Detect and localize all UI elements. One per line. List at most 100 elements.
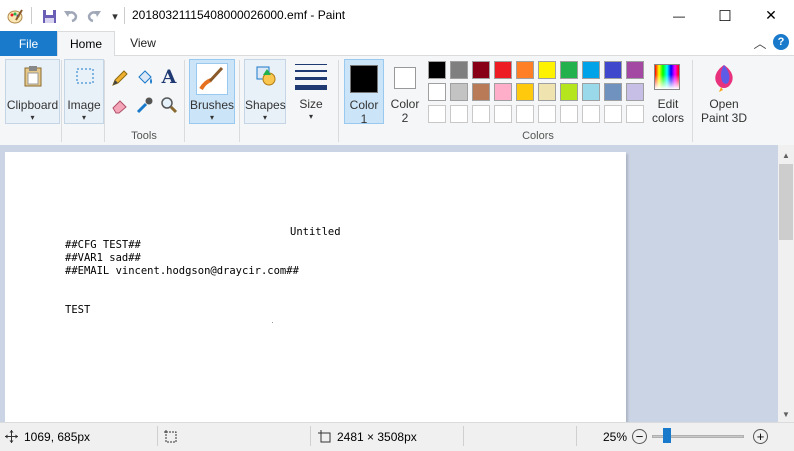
- scroll-up-icon[interactable]: ▲: [778, 147, 794, 163]
- image-button[interactable]: Image ▾: [64, 59, 104, 124]
- chevron-down-icon: ▾: [81, 113, 86, 122]
- custom-color-slot[interactable]: [428, 105, 446, 123]
- custom-color-slot[interactable]: [560, 105, 578, 123]
- status-separator: [576, 426, 577, 446]
- shapes-label: Shapes: [245, 98, 286, 112]
- brushes-button[interactable]: Brushes ▾: [189, 59, 235, 124]
- palette-swatch[interactable]: [516, 61, 534, 79]
- undo-icon[interactable]: [62, 7, 80, 25]
- open-paint-3d-label-2: Paint 3D: [700, 111, 748, 125]
- open-paint-3d-label-1: Open: [709, 97, 739, 111]
- zoom-slider-thumb[interactable]: [663, 428, 672, 443]
- palette-swatch[interactable]: [604, 61, 622, 79]
- minimize-button[interactable]: —: [656, 0, 702, 31]
- color-picker-icon[interactable]: [135, 95, 155, 115]
- palette-swatch[interactable]: [516, 83, 534, 101]
- custom-color-slot[interactable]: [516, 105, 534, 123]
- document-heading: Untitled: [290, 226, 341, 238]
- eraser-icon[interactable]: [110, 95, 130, 115]
- paint-palette-icon[interactable]: [6, 7, 24, 25]
- palette-swatch[interactable]: [494, 61, 512, 79]
- custom-color-slot[interactable]: [538, 105, 556, 123]
- image-size: 2481 × 3508px: [337, 430, 417, 444]
- maximize-icon: ☐: [718, 7, 732, 25]
- color1-label: Color: [349, 98, 379, 112]
- palette-swatch[interactable]: [604, 83, 622, 101]
- brush-icon: [196, 63, 228, 95]
- customize-quick-access-icon[interactable]: ▾: [106, 7, 124, 25]
- image-label: Image: [67, 98, 101, 112]
- help-icon[interactable]: ?: [773, 34, 789, 50]
- palette-swatch[interactable]: [560, 61, 578, 79]
- open-paint-3d-button[interactable]: Open Paint 3D: [697, 59, 751, 125]
- image-size-icon: [318, 430, 331, 443]
- color1-button[interactable]: Color 1: [344, 59, 384, 126]
- edit-colors-button[interactable]: Edit colors: [649, 59, 687, 125]
- edit-colors-icon: [654, 64, 680, 90]
- zoom-level: 25%: [603, 430, 628, 444]
- custom-color-slot[interactable]: [450, 105, 468, 123]
- maximize-button[interactable]: ☐: [702, 0, 748, 31]
- title-divider: [124, 7, 125, 24]
- selection-size-icon: [164, 430, 177, 443]
- tab-file[interactable]: File: [0, 31, 57, 56]
- custom-color-slot[interactable]: [626, 105, 644, 123]
- redo-icon[interactable]: [85, 7, 103, 25]
- palette-swatch[interactable]: [626, 83, 644, 101]
- group-separator: [61, 60, 62, 142]
- group-separator: [184, 60, 185, 142]
- palette-swatch[interactable]: [494, 83, 512, 101]
- brushes-label: Brushes: [190, 98, 235, 112]
- group-separator: [338, 60, 339, 142]
- zoom-out-icon: −: [635, 429, 644, 444]
- group-separator: [104, 60, 105, 142]
- palette-swatch[interactable]: [428, 83, 446, 101]
- chevron-down-icon: ▾: [308, 112, 313, 121]
- status-separator: [310, 426, 311, 446]
- palette-swatch[interactable]: [560, 83, 578, 101]
- magnifier-icon[interactable]: [159, 95, 179, 115]
- close-icon: ✕: [765, 7, 777, 23]
- drawing-canvas[interactable]: Untitled ##CFG TEST## ##VAR1 sad## ##EMA…: [5, 152, 626, 422]
- color-palette: [428, 61, 648, 127]
- pencil-icon[interactable]: [110, 68, 130, 88]
- text-tool-icon[interactable]: A: [159, 66, 179, 88]
- palette-swatch[interactable]: [582, 61, 600, 79]
- palette-swatch[interactable]: [538, 61, 556, 79]
- palette-swatch[interactable]: [472, 83, 490, 101]
- color2-number: 2: [401, 111, 409, 125]
- tools-group-label: Tools: [131, 130, 157, 142]
- custom-color-slot[interactable]: [582, 105, 600, 123]
- custom-color-slot[interactable]: [494, 105, 512, 123]
- palette-swatch[interactable]: [450, 61, 468, 79]
- shapes-button[interactable]: Shapes ▾: [244, 59, 286, 124]
- scrollbar-thumb[interactable]: [779, 164, 793, 240]
- status-separator: [463, 426, 464, 446]
- clipboard-icon: [23, 65, 43, 90]
- custom-color-slot[interactable]: [472, 105, 490, 123]
- palette-swatch[interactable]: [472, 61, 490, 79]
- size-button[interactable]: Size ▾: [290, 59, 332, 124]
- custom-color-slot[interactable]: [604, 105, 622, 123]
- clipboard-button[interactable]: Clipboard ▾: [5, 59, 60, 124]
- canvas-dot: [272, 322, 273, 323]
- close-button[interactable]: ✕: [748, 0, 794, 31]
- tab-view[interactable]: View: [118, 31, 168, 55]
- palette-swatch[interactable]: [582, 83, 600, 101]
- paint-3d-icon: [711, 63, 737, 96]
- cursor-position-icon: [5, 430, 18, 443]
- save-icon[interactable]: [40, 7, 58, 25]
- collapse-ribbon-icon[interactable]: ︿: [752, 34, 768, 51]
- zoom-in-button[interactable]: +: [753, 429, 768, 444]
- palette-swatch[interactable]: [428, 61, 446, 79]
- zoom-out-button[interactable]: −: [632, 429, 647, 444]
- palette-swatch[interactable]: [450, 83, 468, 101]
- fill-bucket-icon[interactable]: [135, 68, 155, 88]
- title-divider: [31, 7, 32, 24]
- scroll-down-icon[interactable]: ▼: [778, 406, 794, 422]
- palette-swatch[interactable]: [626, 61, 644, 79]
- document-line: ##EMAIL vincent.hodgson@draycir.com##: [65, 265, 299, 277]
- palette-swatch[interactable]: [538, 83, 556, 101]
- color2-button[interactable]: Color 2: [387, 59, 423, 125]
- tab-home[interactable]: Home: [57, 31, 115, 56]
